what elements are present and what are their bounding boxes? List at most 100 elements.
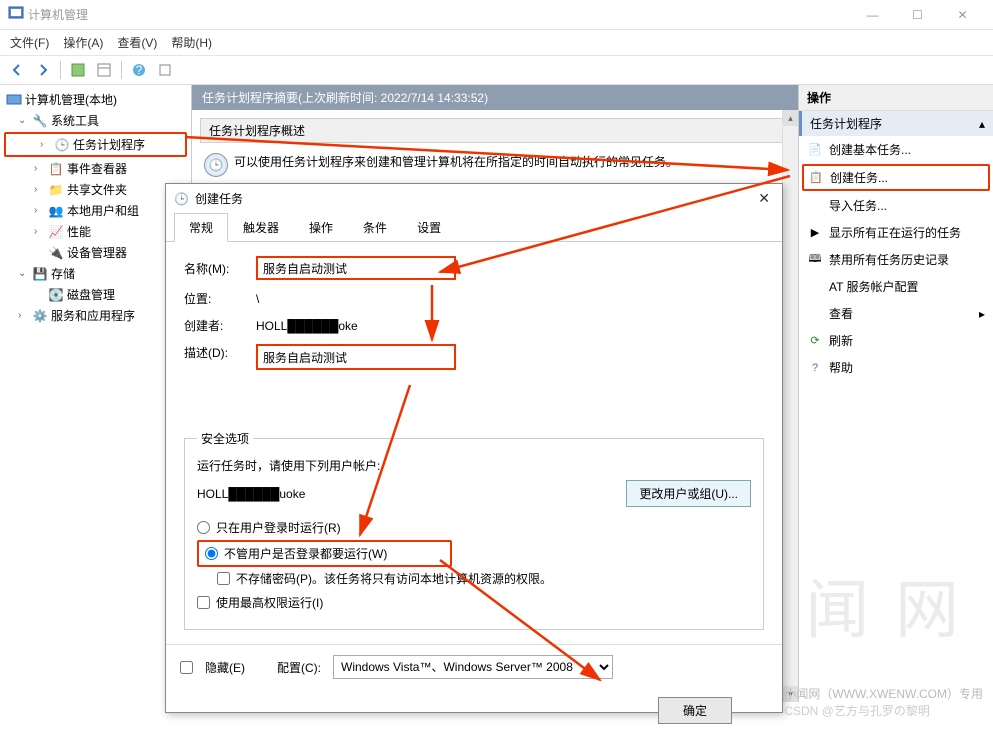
expander-icon[interactable]: › — [34, 226, 45, 237]
running-icon: ▶ — [807, 225, 823, 241]
tab-triggers[interactable]: 触发器 — [228, 213, 294, 242]
menu-help[interactable]: 帮助(H) — [171, 34, 212, 51]
actions-pane: 操作 任务计划程序 ▴ 📄 创建基本任务... 📋 创建任务... 导入任务..… — [799, 85, 993, 702]
creator-value: HOLL██████oke — [256, 319, 358, 333]
security-options: 安全选项 运行任务时，请使用下列用户帐户: HOLL██████uoke 更改用… — [184, 430, 764, 630]
expander-icon[interactable]: ⌄ — [18, 115, 29, 126]
import-icon — [807, 198, 823, 214]
tree-performance[interactable]: › 📈 性能 — [0, 221, 191, 242]
toolbar: ? — [0, 56, 993, 85]
action-create-basic[interactable]: 📄 创建基本任务... — [799, 136, 993, 163]
clock-icon: 🕒 — [204, 153, 228, 177]
close-button[interactable]: ✕ — [940, 1, 985, 29]
help-icon: ? — [807, 360, 823, 376]
tools-icon: 🔧 — [32, 113, 48, 129]
disk-icon: 💽 — [48, 287, 64, 303]
refresh-icon: ⟳ — [807, 333, 823, 349]
minimize-button[interactable]: — — [850, 1, 895, 29]
menubar: 文件(F) 操作(A) 查看(V) 帮助(H) — [0, 30, 993, 56]
maximize-button[interactable]: ☐ — [895, 1, 940, 29]
desc-input[interactable]: 服务自启动测试 — [256, 344, 456, 370]
tree-system-tools[interactable]: ⌄ 🔧 系统工具 — [0, 110, 191, 131]
back-button[interactable] — [6, 59, 28, 81]
expander-icon[interactable]: › — [34, 184, 45, 195]
overview-text: 🕒 可以使用任务计划程序来创建和管理计算机将在所指定的时间自动执行的常见任务。 — [200, 149, 790, 181]
config-label: 配置(C): — [277, 659, 321, 676]
ok-button[interactable]: 确定 — [658, 697, 732, 724]
task-icon: 📄 — [807, 142, 823, 158]
check-hidden[interactable] — [180, 661, 193, 674]
menu-view[interactable]: 查看(V) — [117, 34, 157, 51]
folder-icon: 📁 — [48, 182, 64, 198]
clock-icon: 🕒 — [54, 137, 70, 153]
forward-button[interactable] — [32, 59, 54, 81]
task-icon: 📋 — [808, 170, 824, 186]
summary-header: 任务计划程序摘要(上次刷新时间: 2022/7/14 14:33:52) — [192, 85, 798, 110]
tab-settings[interactable]: 设置 — [402, 213, 456, 242]
expander-icon[interactable]: › — [40, 139, 51, 150]
tab-actions[interactable]: 操作 — [294, 213, 348, 242]
tree-pane: 计算机管理(本地) ⌄ 🔧 系统工具 › 🕒 任务计划程序 › 📋 事件查看器 … — [0, 85, 192, 702]
location-label: 位置: — [184, 290, 246, 307]
tb-icon-1[interactable] — [67, 59, 89, 81]
expander-icon[interactable]: › — [18, 310, 29, 321]
security-hint: 运行任务时，请使用下列用户帐户: — [197, 457, 751, 474]
tree-device-manager[interactable]: 🔌 设备管理器 — [0, 242, 191, 263]
tree-storage[interactable]: ⌄ 💾 存储 — [0, 263, 191, 284]
tb-help-icon[interactable]: ? — [128, 59, 150, 81]
tab-general[interactable]: 常规 — [174, 213, 228, 242]
tb-icon-4[interactable] — [154, 59, 176, 81]
action-show-running[interactable]: ▶ 显示所有正在运行的任务 — [799, 219, 993, 246]
perf-icon: 📈 — [48, 224, 64, 240]
security-legend: 安全选项 — [197, 430, 253, 447]
change-user-button[interactable]: 更改用户或组(U)... — [626, 480, 751, 507]
tree-event-viewer[interactable]: › 📋 事件查看器 — [0, 158, 191, 179]
security-user: HOLL██████uoke — [197, 487, 616, 501]
services-icon: ⚙️ — [32, 308, 48, 324]
scrollbar[interactable]: ▴ ▾ — [782, 110, 798, 702]
name-label: 名称(M): — [184, 260, 246, 277]
scroll-up-icon[interactable]: ▴ — [783, 110, 798, 126]
action-import-task[interactable]: 导入任务... — [799, 192, 993, 219]
dialog-close-button[interactable]: ✕ — [754, 190, 774, 207]
action-group-header[interactable]: 任务计划程序 ▴ — [799, 111, 993, 136]
watermark-small: 小闻网（WWW.XWENW.COM）专用 CSDN @艺方与孔罗の黎明 — [784, 685, 983, 719]
storage-icon: 💾 — [32, 266, 48, 282]
chevron-right-icon: ▸ — [979, 307, 985, 321]
name-input[interactable] — [256, 256, 456, 280]
tb-icon-2[interactable] — [93, 59, 115, 81]
tree-root[interactable]: 计算机管理(本地) — [0, 89, 191, 110]
expander-icon[interactable]: › — [34, 163, 45, 174]
overview-section-title: 任务计划程序概述 — [200, 118, 790, 143]
tree-shared-folders[interactable]: › 📁 共享文件夹 — [0, 179, 191, 200]
tree-disk-mgmt[interactable]: 💽 磁盘管理 — [0, 284, 191, 305]
event-icon: 📋 — [48, 161, 64, 177]
action-view[interactable]: 查看 ▸ — [799, 300, 993, 327]
dialog-footer: 隐藏(E) 配置(C): Windows Vista™、Windows Serv… — [166, 644, 782, 689]
tree-services-apps[interactable]: › ⚙️ 服务和应用程序 — [0, 305, 191, 326]
menu-action[interactable]: 操作(A) — [63, 34, 103, 51]
expander-icon[interactable]: ⌄ — [18, 268, 29, 279]
radio-always-run[interactable] — [205, 547, 218, 560]
tree-local-users[interactable]: › 👥 本地用户和组 — [0, 200, 191, 221]
check-highest-priv[interactable] — [197, 596, 210, 609]
collapse-icon[interactable]: ▴ — [979, 117, 985, 131]
check-no-password[interactable] — [217, 572, 230, 585]
expander-icon[interactable]: › — [34, 205, 45, 216]
history-icon: 🕮 — [807, 252, 823, 268]
app-icon — [8, 5, 24, 24]
dialog-titlebar: 🕒 创建任务 ✕ — [166, 184, 782, 213]
desc-label: 描述(D): — [184, 344, 246, 361]
action-refresh[interactable]: ⟳ 刷新 — [799, 327, 993, 354]
action-create-task[interactable]: 📋 创建任务... — [804, 166, 988, 189]
action-at-service[interactable]: AT 服务帐户配置 — [799, 273, 993, 300]
action-disable-history[interactable]: 🕮 禁用所有任务历史记录 — [799, 246, 993, 273]
tab-conditions[interactable]: 条件 — [348, 213, 402, 242]
tree-task-scheduler[interactable]: › 🕒 任务计划程序 — [6, 134, 185, 155]
radio-logged-on[interactable] — [197, 521, 210, 534]
menu-file[interactable]: 文件(F) — [10, 34, 49, 51]
config-select[interactable]: Windows Vista™、Windows Server™ 2008 — [333, 655, 613, 679]
dialog-title: 创建任务 — [195, 190, 243, 207]
action-help[interactable]: ? 帮助 — [799, 354, 993, 381]
dialog-tabs: 常规 触发器 操作 条件 设置 — [166, 213, 782, 242]
